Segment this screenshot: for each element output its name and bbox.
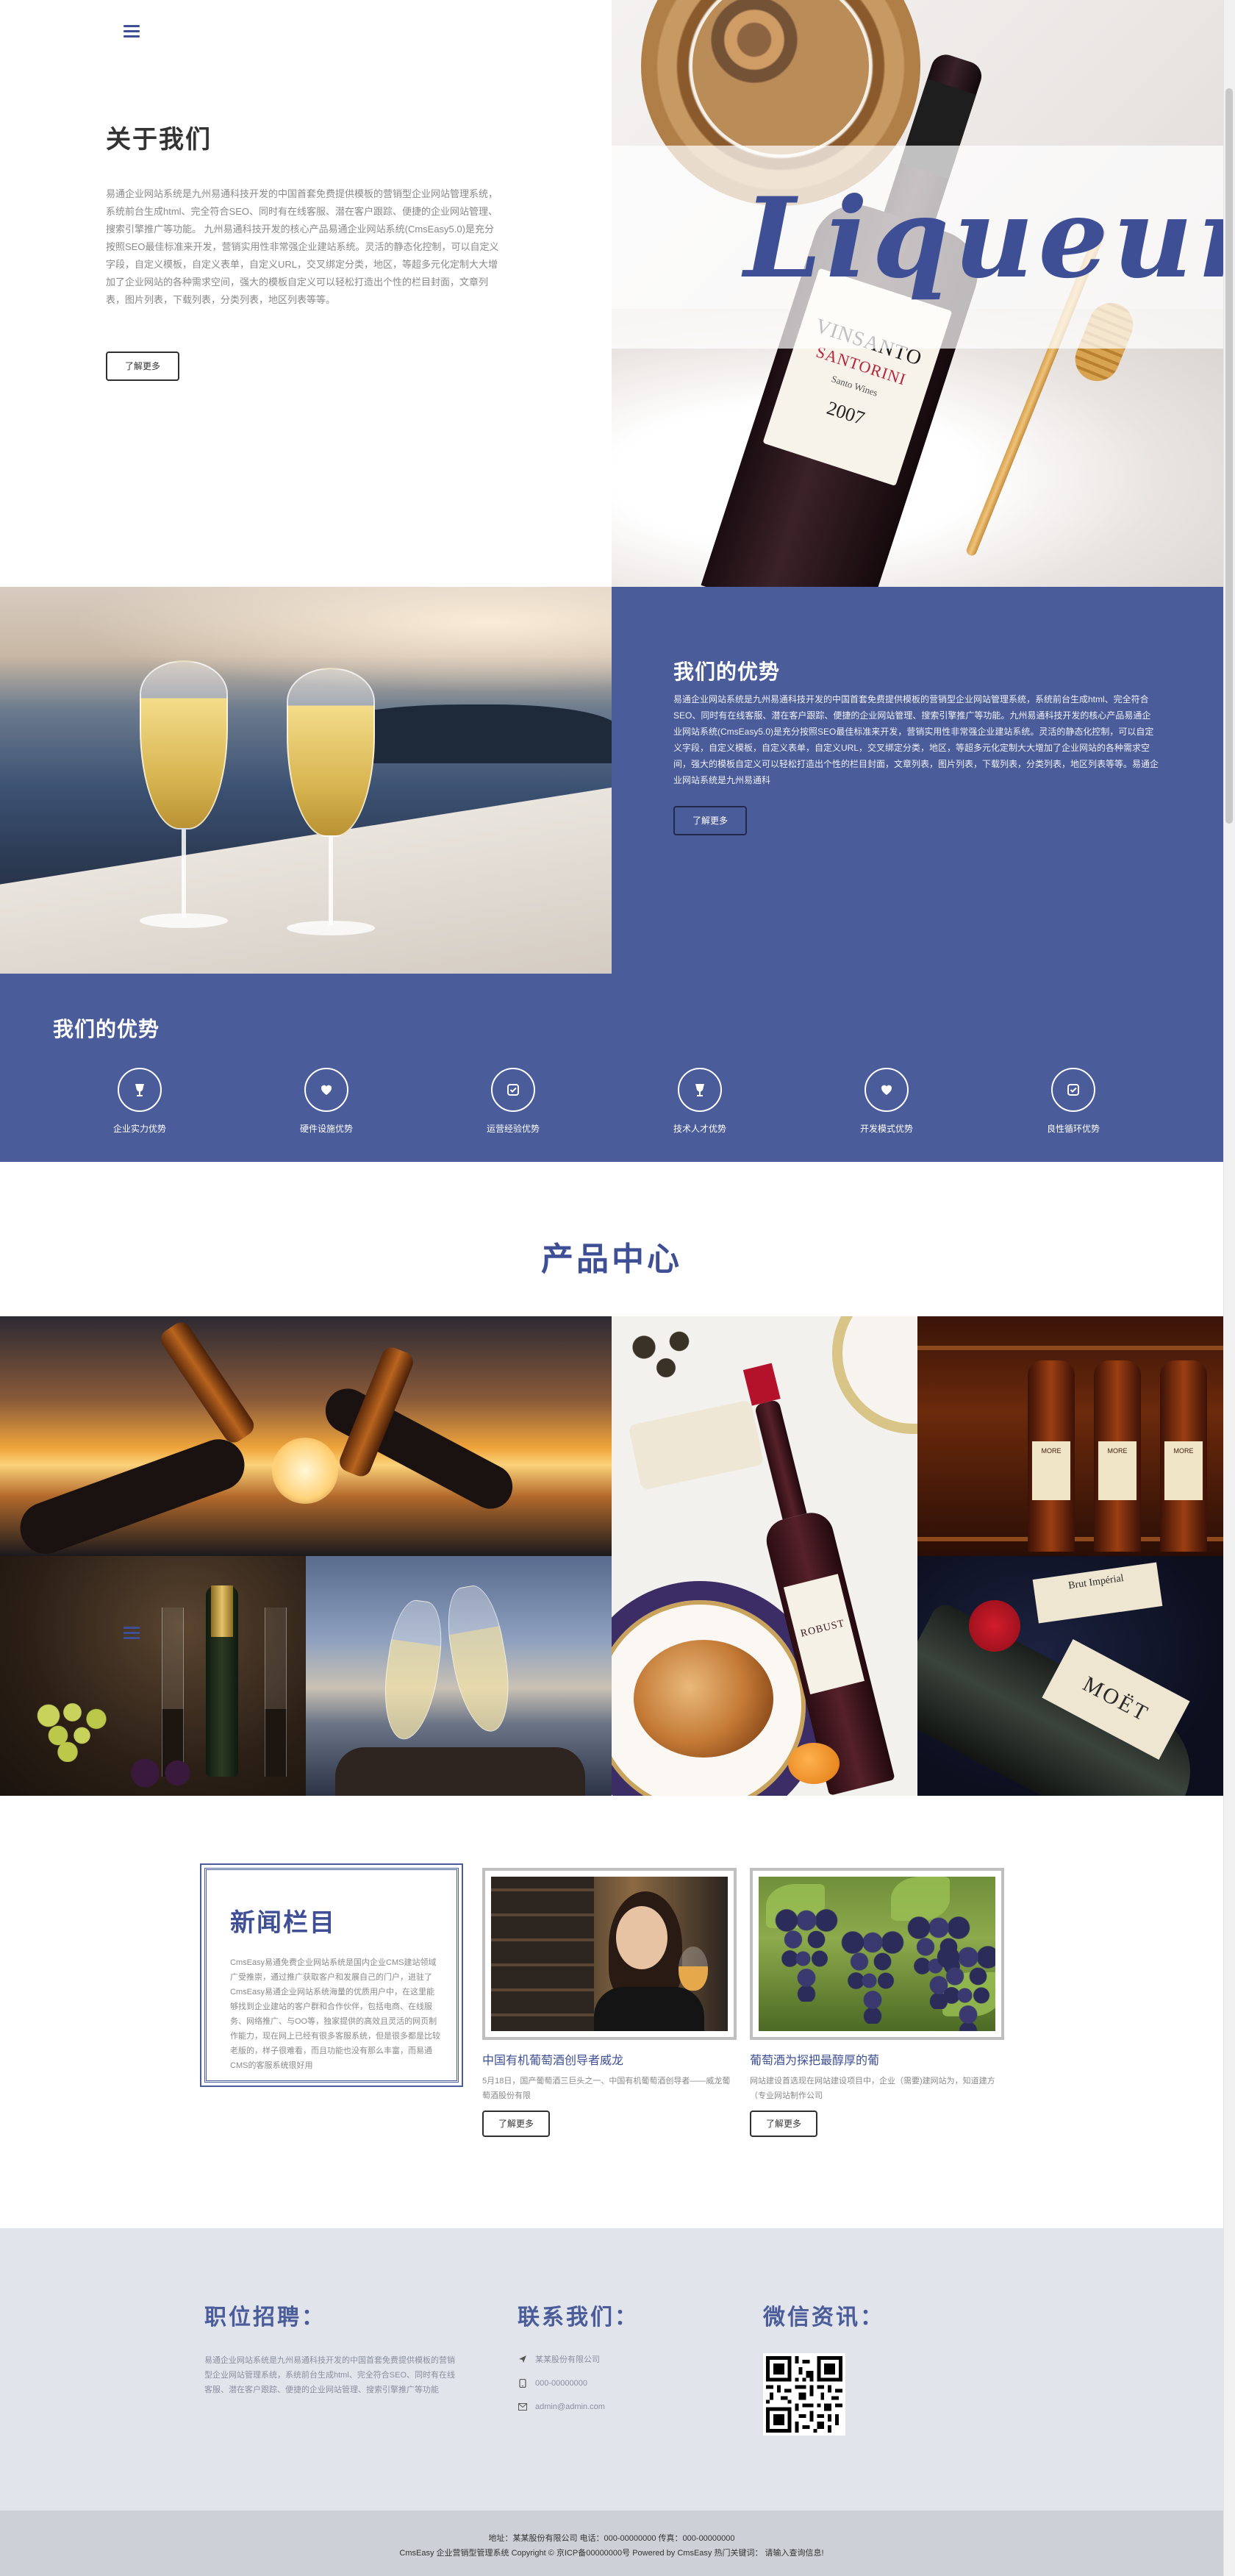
seal-icon bbox=[969, 1600, 1020, 1652]
news-card-image-frame[interactable] bbox=[482, 1868, 737, 2040]
advantages-icons-section: 我们的优势 企业实力优势 硬件设施优势 运营经验优势 技术人才优势 开发模式优势… bbox=[0, 974, 1223, 1162]
product-tile-sea-toast[interactable] bbox=[306, 1556, 612, 1796]
bar-bottle-label: MORE bbox=[1164, 1441, 1203, 1500]
news-intro-box: 新闻栏目 CmsEasy易通免费企业网站系统是国内企业CMS建站领域广受推崇，通… bbox=[200, 1863, 463, 2087]
grapes-vine-image bbox=[759, 1877, 995, 2031]
check-icon bbox=[491, 1068, 535, 1112]
about-title: 关于我们 bbox=[106, 126, 212, 154]
recruit-text: 易通企业网站系统是九州易通科技开发的中国首套免费提供模板的营销型企业网站管理系统… bbox=[204, 2356, 456, 2394]
goblet-icon bbox=[678, 1068, 722, 1112]
advantages-text-panel: 我们的优势 易通企业网站系统是九州易通科技开发的中国首套免费提供模板的营销型企业… bbox=[612, 587, 1223, 974]
moet-tag-text: Brut Impérial bbox=[1032, 1562, 1163, 1624]
woman-tasting-wine-image bbox=[491, 1877, 728, 2031]
champagne-glass-left bbox=[140, 660, 228, 928]
news-card-more-button[interactable]: 了解更多 bbox=[750, 2111, 817, 2137]
news-title: 新闻栏目 bbox=[230, 1910, 336, 1937]
advantage-item[interactable]: 运营经验优势 bbox=[440, 1068, 587, 1135]
advantage-item[interactable]: 开发模式优势 bbox=[813, 1068, 960, 1135]
news-card-text: 5月18日，国产葡萄酒三巨头之一、中国有机葡萄酒创导者——威龙葡萄酒股份有限 bbox=[482, 2077, 731, 2100]
wechat-qr-code bbox=[763, 2353, 845, 2436]
product-tile-champagne-grapes[interactable] bbox=[0, 1556, 306, 1796]
scrollbar-thumb[interactable] bbox=[1225, 88, 1233, 824]
menu-icon[interactable] bbox=[124, 25, 140, 38]
advantages-list: 企业实力优势 硬件设施优势 运营经验优势 技术人才优势 开发模式优势 良性循环优… bbox=[66, 1068, 1147, 1135]
advantages-text: 易通企业网站系统是九州易通科技开发的中国首套免费提供模板的营销型企业网站管理系统… bbox=[673, 694, 1159, 785]
advantages-title: 我们的优势 bbox=[673, 661, 781, 684]
footer-contact: 联系我们： 某某股份有限公司 000-00000000 admin@admin.… bbox=[518, 2299, 639, 2412]
news-card-more-button[interactable]: 了解更多 bbox=[482, 2111, 550, 2137]
advantage-label: 技术人才优势 bbox=[673, 1124, 726, 1134]
bar-bottle-label: MORE bbox=[1032, 1441, 1070, 1500]
advantage-item[interactable]: 技术人才优势 bbox=[626, 1068, 773, 1135]
advantage-label: 运营经验优势 bbox=[486, 1124, 540, 1134]
heart-icon bbox=[304, 1068, 348, 1112]
product-tile-sunset-beer[interactable] bbox=[0, 1316, 612, 1556]
champagne-glass-right bbox=[287, 668, 375, 935]
contact-email-text[interactable]: admin@admin.com bbox=[535, 2402, 605, 2411]
product-tile-wine-dinner[interactable]: ROBUST bbox=[612, 1316, 917, 1796]
contact-company: 某某股份有限公司 bbox=[518, 2353, 639, 2365]
product-tile-bar-bottles[interactable]: MORE MORE MORE bbox=[917, 1316, 1223, 1556]
copyright-bar: 地址：某某股份有限公司 电话：000-00000000 传真：000-00000… bbox=[0, 2511, 1223, 2576]
heart-icon bbox=[865, 1068, 909, 1112]
bar-bottle-label: MORE bbox=[1098, 1441, 1136, 1500]
news-card-title[interactable]: 中国有机葡萄酒创导者威龙 bbox=[482, 2050, 737, 2068]
check-icon bbox=[1051, 1068, 1095, 1112]
wechat-title: 微信资讯： bbox=[763, 2305, 884, 2330]
news-card: 葡萄酒为探把最醇厚的葡 网站建设首选现在网站建设项目中，企业（需要)建网站为，知… bbox=[750, 1868, 1004, 2137]
champagne-glasses-image bbox=[0, 587, 612, 974]
copyright-line-2: CmsEasy 企业营销型管理系统 Copyright © 京ICP备00000… bbox=[399, 2549, 824, 2558]
products-section: 产品中心 ROBUST MORE MORE MORE Brut Impérial… bbox=[0, 1162, 1223, 1796]
contact-email[interactable]: admin@admin.com bbox=[518, 2402, 639, 2412]
products-title: 产品中心 bbox=[541, 1241, 682, 1277]
goblet-icon bbox=[118, 1068, 162, 1112]
about-text: 易通企业网站系统是九州易通科技开发的中国首套免费提供模板的营销型企业网站管理系统… bbox=[106, 188, 499, 305]
menu-icon[interactable] bbox=[124, 1627, 140, 1640]
advantage-item[interactable]: 良性循环优势 bbox=[1000, 1068, 1147, 1135]
advantage-label: 良性循环优势 bbox=[1046, 1124, 1100, 1134]
footer-recruit: 职位招聘： 易通企业网站系统是九州易通科技开发的中国首套免费提供模板的营销型企业… bbox=[204, 2299, 462, 2397]
advantage-item[interactable]: 硬件设施优势 bbox=[253, 1068, 400, 1135]
advantage-label: 企业实力优势 bbox=[112, 1124, 166, 1134]
footer-wechat: 微信资讯： bbox=[763, 2299, 884, 2436]
news-section: 新闻栏目 CmsEasy易通免费企业网站系统是国内企业CMS建站领域广受推崇，通… bbox=[0, 1796, 1223, 2228]
advantages-feature-section: 我们的优势 易通企业网站系统是九州易通科技开发的中国首套免费提供模板的营销型企业… bbox=[0, 587, 1223, 974]
contact-phone-text: 000-00000000 bbox=[535, 2379, 587, 2388]
about-section: 关于我们 易通企业网站系统是九州易通科技开发的中国首套免费提供模板的营销型企业网… bbox=[0, 0, 1223, 587]
contact-company-text: 某某股份有限公司 bbox=[535, 2355, 600, 2364]
send-icon bbox=[518, 2354, 528, 2364]
bottle-label-year: 2007 bbox=[824, 396, 867, 429]
hero-liqueur-image: VINSANTO SANTORINI Santo Wines 2007 Liqu… bbox=[612, 0, 1223, 587]
news-card-image-frame[interactable] bbox=[750, 1868, 1004, 2040]
news-card: 中国有机葡萄酒创导者威龙 5月18日，国产葡萄酒三巨头之一、中国有机葡萄酒创导者… bbox=[482, 1868, 737, 2137]
about-content: 关于我们 易通企业网站系统是九州易通科技开发的中国首套免费提供模板的营销型企业网… bbox=[0, 0, 612, 587]
copyright-line-1: 地址：某某股份有限公司 电话：000-00000000 传真：000-00000… bbox=[488, 2534, 735, 2543]
contact-phone: 000-00000000 bbox=[518, 2378, 639, 2388]
phone-icon bbox=[518, 2378, 528, 2388]
news-card-title[interactable]: 葡萄酒为探把最醇厚的葡 bbox=[750, 2050, 1004, 2068]
about-more-button[interactable]: 了解更多 bbox=[106, 352, 179, 381]
advantage-item[interactable]: 企业实力优势 bbox=[66, 1068, 213, 1135]
advantage-label: 硬件设施优势 bbox=[299, 1124, 353, 1134]
advantages-row-title: 我们的优势 bbox=[53, 1018, 160, 1041]
footer: 职位招聘： 易通企业网站系统是九州易通科技开发的中国首套免费提供模板的营销型企业… bbox=[0, 2228, 1223, 2511]
page-scrollbar[interactable] bbox=[1223, 0, 1235, 2576]
contact-title: 联系我们： bbox=[518, 2305, 639, 2330]
recruit-title: 职位招聘： bbox=[204, 2305, 326, 2330]
news-intro-text: CmsEasy易通免费企业网站系统是国内企业CMS建站领域广受推崇，通过推广获取… bbox=[230, 1958, 440, 2070]
product-tile-moet[interactable]: Brut Impérial MOËT bbox=[917, 1556, 1223, 1796]
advantage-label: 开发模式优势 bbox=[859, 1124, 913, 1134]
mail-icon bbox=[518, 2402, 528, 2412]
advantages-more-button[interactable]: 了解更多 bbox=[673, 806, 747, 835]
news-card-text: 网站建设首选现在网站建设项目中，企业（需要)建网站为，知道建方（专业网站制作公司 bbox=[750, 2077, 995, 2100]
liqueur-overlay-text: Liqueur bbox=[744, 174, 1223, 303]
